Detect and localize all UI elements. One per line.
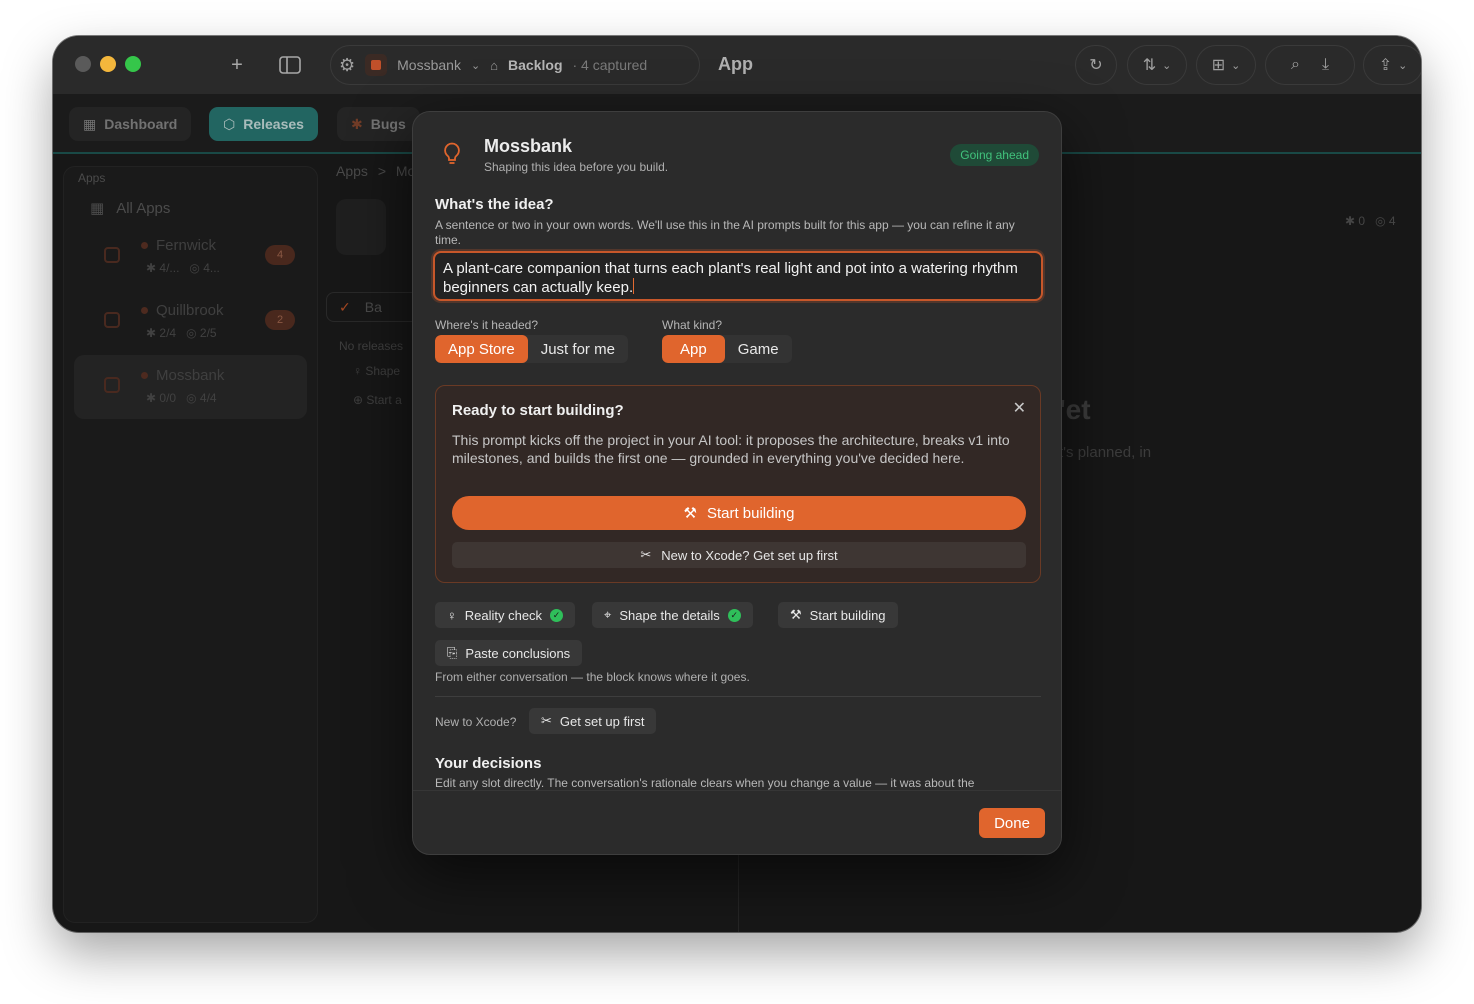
decisions-heading: Your decisions [435,755,542,772]
import-icon[interactable]: ⤓ [1322,56,1329,74]
get-set-up-button[interactable]: ✂ Get set up first [529,708,657,734]
option-app-store[interactable]: App Store [435,335,528,363]
paste-conclusions-label: Paste conclusions [465,645,571,661]
tools-icon: ✂ [541,713,552,728]
search-import-group: ⌕ ⤓ [1265,45,1355,85]
idea-input-value: A plant-care companion that turns each p… [443,260,1018,296]
checkmark-icon: ✓ [727,608,741,622]
refresh-icon: ↻ [1089,57,1103,74]
chevron-down-icon: ⌄ [1162,59,1172,72]
step-label: Reality check [464,607,543,623]
ready-body: This prompt kicks off the project in you… [452,432,1010,466]
ready-callout: Ready to start building? ✕ This prompt k… [435,385,1041,583]
title-bar: + ⚙ Mossbank ⌄ ⌂ Backlog · 4 captured Ap… [53,36,1421,94]
maximize-window-button[interactable] [125,56,141,72]
step-label: Shape the details [619,607,720,623]
checkmark-icon: ✓ [550,608,564,622]
text-caret [633,278,635,294]
ready-heading: Ready to start building? [452,402,624,419]
sheet-subtitle: Shaping this idea before you build. [484,160,669,174]
start-building-button[interactable]: ⚒ Start building [452,496,1026,530]
idea-heading: What's the idea? [435,196,554,213]
step-start-building[interactable]: ⚒ Start building [778,602,898,628]
kind-segmented-control: App Game [662,335,792,363]
headed-segmented-control: App Store Just for me [435,335,628,363]
hammer-icon: ⚒ [790,607,802,622]
plus-icon[interactable]: + [222,50,252,80]
chevron-down-icon: ⌄ [1398,59,1408,72]
share-button[interactable]: ⇪ ⌄ [1363,45,1421,85]
close-icon[interactable]: ✕ [1013,398,1026,418]
search-icon[interactable]: ⌕ [1291,56,1300,74]
idea-sheet: Mossbank Shaping this idea before you bu… [412,111,1062,855]
step-label: Start building [809,607,886,623]
get-set-up-label: Get set up first [559,713,645,729]
idea-input[interactable]: A plant-care companion that turns each p… [433,251,1043,301]
refresh-button[interactable]: ↻ [1075,45,1117,85]
done-button[interactable]: Done [979,808,1045,838]
lightbulb-icon [443,142,461,173]
hammer-icon: ⚒ [683,505,697,522]
lightbulb-icon: ♀ [447,607,457,623]
sidebar-toggle-icon[interactable] [275,50,305,80]
step-shape-details[interactable]: ⌖ Shape the details ✓ [592,602,753,628]
close-window-button[interactable] [75,56,91,72]
divider [435,696,1041,697]
xcode-setup-button[interactable]: ✂ New to Xcode? Get set up first [452,542,1026,568]
gear-icon[interactable]: ⚙ [339,55,355,76]
option-game[interactable]: Game [725,335,792,363]
paste-conclusions-button[interactable]: ⎘ Paste conclusions [435,640,583,666]
share-icon: ⇪ [1378,57,1393,74]
option-app[interactable]: App [662,335,725,363]
chevron-down-icon[interactable]: ⌄ [471,59,480,72]
status-badge: Going ahead [950,144,1039,166]
option-just-for-me[interactable]: Just for me [528,335,628,363]
crumb-backlog[interactable]: Backlog [508,57,562,73]
inbox-icon: ⌂ [490,57,499,73]
add-box-icon: ⊞ [1211,57,1226,74]
crosshair-icon: ⌖ [604,607,612,622]
clipboard-icon: ⎘ [447,645,458,660]
traffic-lights [75,56,141,72]
chevron-down-icon: ⌄ [1231,59,1241,72]
add-item-button[interactable]: ⊞ ⌄ [1196,45,1256,85]
decisions-help-text: Edit any slot directly. The conversation… [435,776,975,790]
sheet-title: Mossbank [484,136,573,156]
step-reality-check[interactable]: ♀ Reality check ✓ [435,602,576,628]
kind-label: What kind? [662,318,723,332]
window-title: App [718,54,753,74]
tools-icon: ✂ [640,547,652,562]
crumb-captured-count: · 4 captured [572,57,648,73]
sort-icon: ⇅ [1142,57,1157,74]
headed-label: Where's it headed? [435,318,539,332]
sort-button[interactable]: ⇅ ⌄ [1127,45,1187,85]
crumb-app-name[interactable]: Mossbank [397,57,461,73]
app-window: + ⚙ Mossbank ⌄ ⌂ Backlog · 4 captured Ap… [53,36,1421,932]
sheet-footer [413,790,1061,854]
start-building-label: Start building [706,504,795,522]
breadcrumb-bar: ⚙ Mossbank ⌄ ⌂ Backlog · 4 captured [330,45,700,85]
paste-help-text: From either conversation — the block kno… [435,670,750,684]
app-icon [365,54,388,76]
minimize-window-button[interactable] [100,56,116,72]
xcode-setup-label: New to Xcode? Get set up first [661,547,838,563]
new-to-xcode-label: New to Xcode? [435,715,517,729]
idea-help-text: A sentence or two in your own words. We'… [435,218,1015,247]
